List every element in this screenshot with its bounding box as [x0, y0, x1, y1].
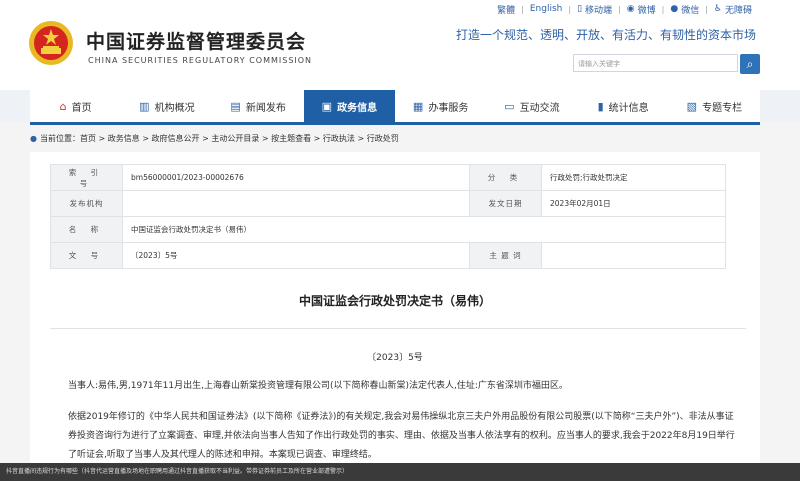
traditional-chinese-link[interactable]: 繁體 — [497, 3, 515, 16]
separator: | — [618, 4, 621, 14]
home-icon: ⌂ — [59, 99, 67, 113]
nav-label: 政务信息 — [337, 102, 378, 114]
wechat-icon: ● — [670, 4, 679, 14]
nav-item-interaction[interactable]: ▭ 互动交流 — [486, 90, 577, 122]
main-content: 索 引 号 bm56000001/2023-00002676 分 类 行政处罚;… — [30, 152, 760, 481]
nav-label: 首页 — [71, 102, 92, 114]
separator: | — [661, 4, 665, 14]
service-icon: ▦ — [412, 99, 424, 113]
weibo-link[interactable]: 微博 — [638, 3, 656, 16]
nav-item-gov-info[interactable]: ▣ 政务信息 — [303, 90, 395, 122]
search-icon: ⌕ — [746, 57, 754, 71]
date-value: 2023年02月01日 — [541, 190, 726, 217]
document-paragraph: 依据2019年修订的《中华人民共和国证券法》(以下简称《证券法》)的有关规定,我… — [68, 412, 735, 460]
slogan: 打造一个规范、透明、开放、有活力、有韧性的资本市场 — [455, 28, 756, 42]
location-pin-icon: ● — [30, 134, 37, 143]
building-icon: ▥ — [139, 99, 150, 113]
topic-icon: ▧ — [686, 99, 698, 113]
publisher-label: 发布机构 — [50, 190, 123, 217]
news-icon: ▤ — [230, 99, 241, 113]
nav-item-news[interactable]: ▤ 新闻发布 — [213, 90, 304, 122]
table-row: 索 引 号 bm56000001/2023-00002676 分 类 行政处罚;… — [50, 164, 726, 191]
search-input[interactable]: 请输入关键字 — [573, 54, 738, 72]
table-row: 名 称 中国证监会行政处罚决定书（易伟） — [50, 216, 726, 243]
nav-item-topics[interactable]: ▧ 专题专栏 — [669, 90, 760, 122]
nav-label: 办事服务 — [428, 102, 469, 114]
document-info-table: 索 引 号 bm56000001/2023-00002676 分 类 行政处罚;… — [50, 164, 726, 269]
national-emblem-icon[interactable] — [28, 20, 74, 66]
document-paragraph: 当事人:易伟,男,1971年11月出生,上海春山新棠投资管理有限公司(以下简称春… — [68, 381, 568, 391]
nav-item-statistics[interactable]: ▮ 统计信息 — [578, 90, 669, 122]
nav-item-service[interactable]: ▦ 办事服务 — [395, 90, 486, 122]
nav-label: 新闻发布 — [245, 102, 286, 114]
breadcrumb: ● 当前位置：首页 > 政务信息 > 政府信息公开 > 主动公开目录 > 按主题查… — [30, 133, 399, 144]
nav-label: 统计信息 — [608, 102, 649, 114]
site-title: 中国证券监督管理委员会 — [86, 31, 307, 53]
site-title-english: CHINA SECURITIES REGULATORY COMMISSION — [88, 56, 313, 65]
top-links: 繁體 | English | ▯ 移动端 | ◉ 微博 | ● 微信 | ♿ 无障碍 — [497, 2, 752, 16]
index-label: 索 引 号 — [50, 164, 123, 191]
name-label: 名 称 — [50, 216, 123, 243]
search-bar: 请输入关键字 ⌕ — [573, 54, 760, 74]
nav-label: 互动交流 — [519, 102, 560, 114]
english-link[interactable]: English — [530, 4, 563, 14]
accessibility-icon: ♿ — [713, 4, 722, 14]
mobile-icon: ▯ — [577, 4, 583, 14]
nav-label: 机构概况 — [154, 102, 195, 114]
name-value: 中国证监会行政处罚决定书（易伟） — [122, 216, 726, 243]
publisher-value — [122, 190, 470, 217]
header: 繁體 | English | ▯ 移动端 | ◉ 微博 | ● 微信 | ♿ 无障碍 中… — [0, 0, 800, 90]
divider — [50, 328, 746, 329]
nav-background: ⌂ 首页 ▥ 机构概况 ▤ 新闻发布 ▣ 政务信息 ▦ 办事服务 ▭ 互动交流 ▮ 统计信息 … — [0, 90, 800, 125]
separator: | — [705, 4, 708, 14]
document-title: 中国证监会行政处罚决定书（易伟） — [298, 294, 491, 308]
docno-value: 〔2023〕5号 — [122, 242, 470, 269]
separator: | — [521, 4, 524, 14]
separator: | — [568, 4, 572, 14]
docno-label: 文 号 — [50, 242, 123, 269]
wechat-link[interactable]: 微信 — [681, 3, 699, 16]
table-row: 发布机构 发文日期 2023年02月01日 — [50, 190, 726, 217]
category-value: 行政处罚;行政处罚决定 — [541, 164, 726, 191]
gov-info-icon: ▣ — [321, 99, 333, 113]
bottom-ticker[interactable]: 抖音直播间违规行为有哪些（抖音代运营直播及场地在职聘用通过抖音直播获取不当利益。… — [0, 463, 800, 481]
nav-label: 专题专栏 — [702, 102, 743, 114]
subject-label: 主 题 词 — [469, 242, 542, 269]
accessibility-link[interactable]: 无障碍 — [725, 3, 752, 16]
mobile-link[interactable]: 移动端 — [585, 3, 612, 16]
subject-value — [541, 242, 726, 269]
breadcrumb-text[interactable]: 当前位置：首页 > 政务信息 > 政府信息公开 > 主动公开目录 > 按主题查看… — [40, 134, 399, 143]
chat-icon: ▭ — [504, 99, 515, 113]
stats-icon: ▮ — [597, 99, 604, 113]
document-number: 〔2023〕5号 — [367, 353, 423, 363]
category-label: 分 类 — [469, 164, 542, 191]
nav-item-home[interactable]: ⌂ 首页 — [30, 90, 121, 122]
search-button[interactable]: ⌕ — [740, 54, 760, 74]
weibo-icon: ◉ — [626, 4, 635, 14]
date-label: 发文日期 — [469, 190, 542, 217]
main-nav: ⌂ 首页 ▥ 机构概况 ▤ 新闻发布 ▣ 政务信息 ▦ 办事服务 ▭ 互动交流 ▮ 统计信息 … — [30, 90, 760, 125]
index-value: bm56000001/2023-00002676 — [122, 164, 470, 191]
nav-item-about[interactable]: ▥ 机构概况 — [121, 90, 212, 122]
table-row: 文 号 〔2023〕5号 主 题 词 — [50, 242, 726, 269]
